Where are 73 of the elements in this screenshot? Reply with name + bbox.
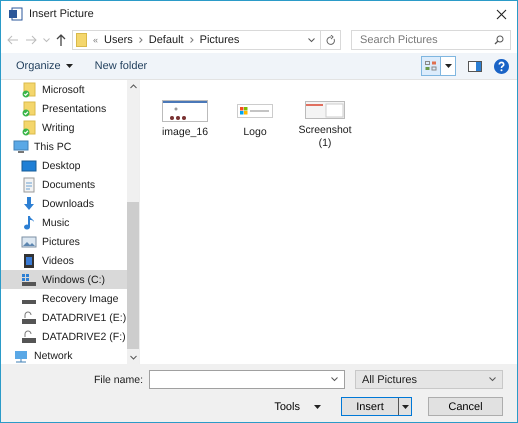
caret-icon [314, 404, 321, 408]
computer-icon [14, 140, 28, 152]
locked-drive-icon [22, 330, 36, 342]
music-note-icon [24, 216, 34, 230]
desktop-icon [22, 160, 36, 171]
nav-item[interactable]: Microsoft [1, 80, 127, 99]
document-icon [24, 177, 34, 192]
file-name-field[interactable] [149, 370, 345, 389]
new-folder-button[interactable]: New folder [94, 60, 148, 72]
file-type-dropdown[interactable]: All Pictures [355, 370, 503, 389]
search-field[interactable]: Search Pictures [351, 30, 511, 50]
breadcrumb[interactable]: Pictures [200, 34, 240, 46]
dropdown-chevron-icon [489, 377, 496, 382]
caret-icon [444, 64, 452, 68]
up-button[interactable] [56, 34, 66, 46]
drive-icon [22, 300, 36, 304]
network-icon [15, 350, 27, 362]
synced-folder-icon [22, 101, 36, 116]
drive-icon [22, 274, 36, 286]
caret-icon [66, 64, 73, 68]
dropdown-chevron-icon [331, 377, 338, 382]
scroll-up-icon [130, 84, 136, 89]
search-icon [494, 35, 504, 45]
nav-item[interactable]: Downloads [1, 194, 127, 213]
film-icon [24, 254, 34, 268]
address-bar[interactable]: « Users Default Pictures [72, 30, 341, 50]
nav-item[interactable]: Windows (C:) [1, 270, 127, 289]
picture-icon [22, 236, 36, 247]
synced-folder-icon [22, 82, 36, 97]
breadcrumb-separator-icon [190, 37, 194, 43]
breadcrumb-separator-icon [138, 37, 143, 43]
insert-button[interactable]: Insert [342, 398, 399, 415]
tools-button[interactable]: Tools [274, 400, 321, 412]
refresh-icon [326, 34, 336, 46]
synced-folder-icon [22, 120, 36, 135]
file-name[interactable]: Logo [243, 126, 267, 140]
down-arrow-icon [24, 196, 34, 210]
nav-item[interactable]: Desktop [1, 156, 127, 175]
file-name[interactable]: Screenshot (1) [296, 124, 354, 150]
help-button[interactable] [494, 58, 509, 74]
nav-item[interactable]: Documents [1, 175, 127, 194]
word-app-icon [9, 7, 23, 21]
view-options-button[interactable] [441, 56, 456, 76]
nav-item[interactable]: This PC [1, 137, 127, 156]
nav-item[interactable]: Music [1, 213, 127, 232]
file-name-label: File name: [94, 374, 143, 386]
cancel-button[interactable]: Cancel [428, 397, 503, 416]
nav-item[interactable]: Network [1, 346, 127, 364]
nav-item[interactable]: Videos [1, 251, 127, 270]
preview-pane-button[interactable] [468, 60, 482, 72]
overflow-chevron: « [93, 35, 98, 45]
nav-item[interactable]: DATADRIVE1 (E:) [1, 308, 127, 327]
nav-item[interactable]: Pictures [1, 232, 127, 251]
breadcrumb[interactable]: Default [148, 34, 184, 46]
caret-icon [402, 404, 408, 408]
nav-item[interactable]: Presentations [1, 99, 127, 118]
dropdown-chevron-icon [308, 38, 315, 42]
nav-item[interactable]: Writing [1, 118, 127, 137]
diagram-thumbnail [162, 100, 208, 122]
window-title: Insert Picture [29, 8, 95, 20]
insert-split-button[interactable]: Insert [341, 397, 412, 416]
thumbnails-view-icon [425, 61, 437, 71]
screenshot-thumbnail [305, 100, 345, 119]
scroll-down-icon [130, 355, 136, 360]
nav-item[interactable]: Recovery Image [1, 289, 127, 308]
file-name[interactable]: image_16 [162, 126, 208, 140]
logo-thumbnail [237, 104, 273, 118]
breadcrumb[interactable]: Users [104, 34, 133, 46]
scrollbar[interactable] [127, 80, 139, 364]
nav-item[interactable]: DATADRIVE2 (F:) [1, 327, 127, 346]
organize-button[interactable]: Organize [16, 60, 73, 72]
locked-drive-icon [22, 311, 36, 324]
folder-icon [76, 33, 87, 47]
